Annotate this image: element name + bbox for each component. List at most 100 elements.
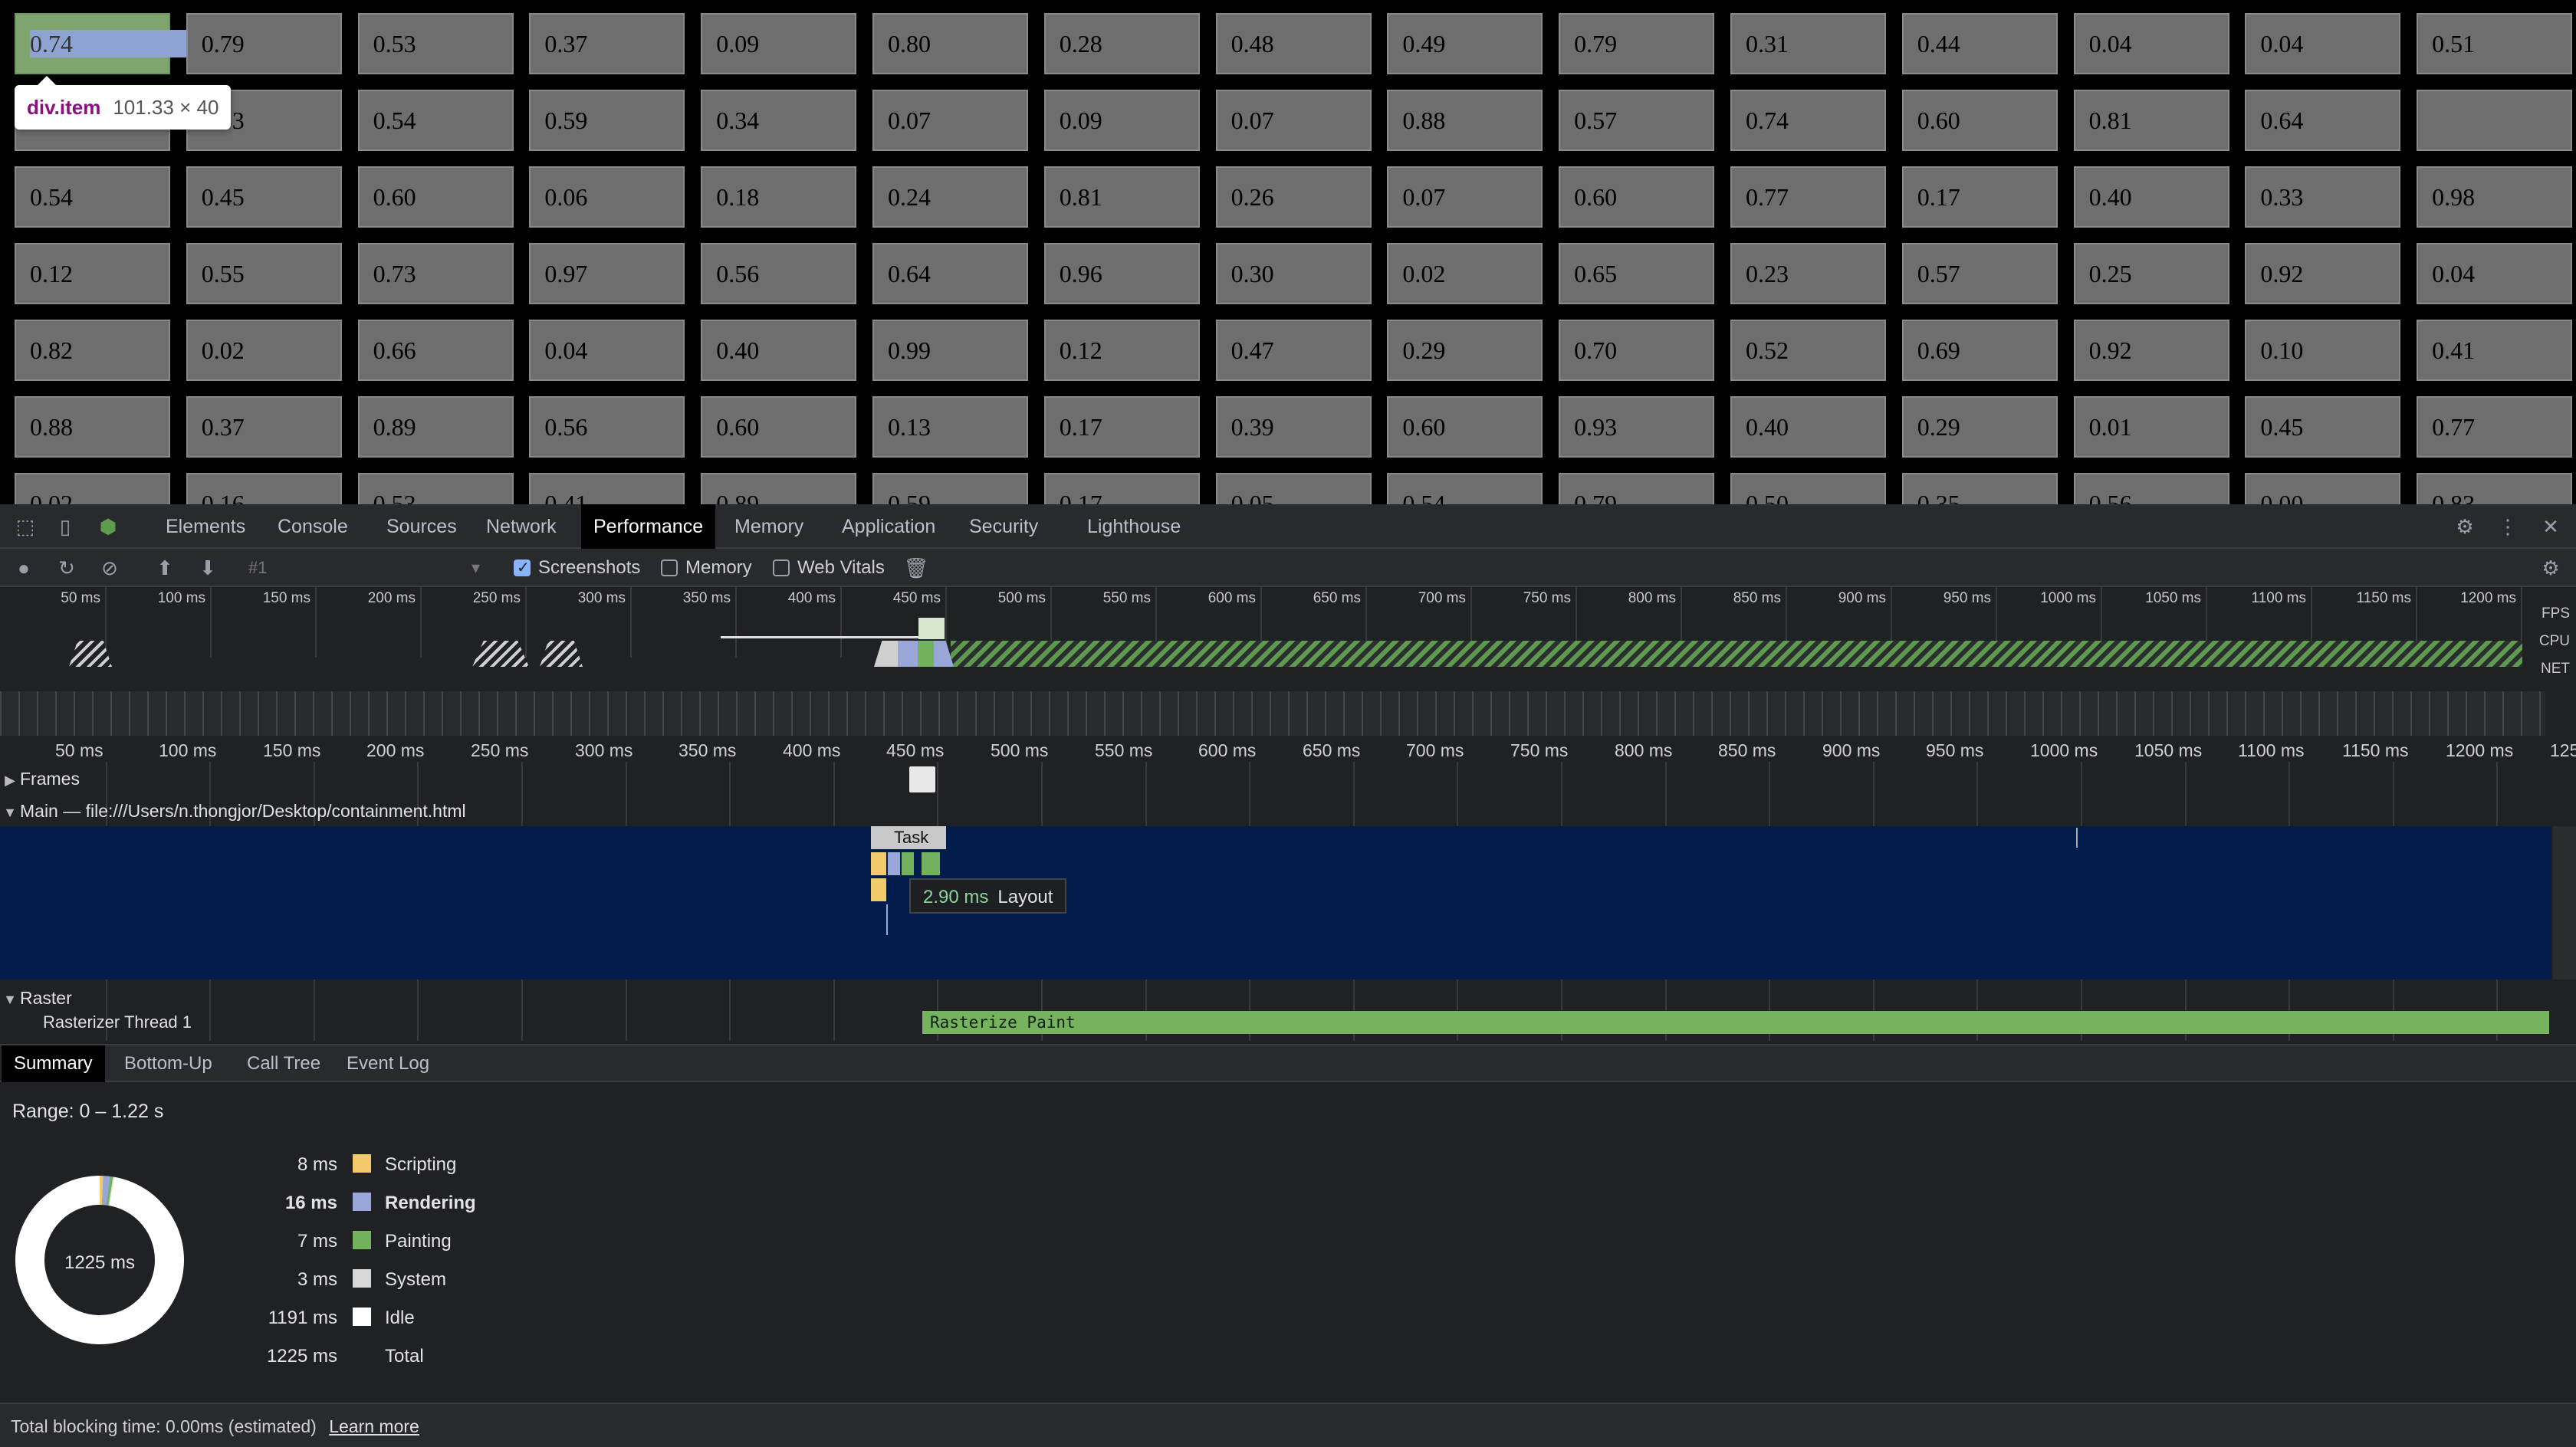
rasterize-paint-event[interactable]: Rasterize Paint: [922, 1011, 2549, 1034]
grid-item-value: 0.81: [2088, 107, 2132, 134]
main-track-header[interactable]: ▼ Main — file:///Users/n.thongjor/Desktop…: [0, 796, 466, 826]
clear-icon[interactable]: ⊘: [97, 555, 123, 581]
trash-icon[interactable]: 🗑: [903, 555, 929, 581]
timeline-ruler: 50 ms 100 ms 150 ms 200 ms 250 ms 300 ms 350 m…: [0, 736, 2576, 1041]
grid-item-value: 0.57: [1574, 107, 1618, 134]
settings-gear-icon[interactable]: ⚙: [2452, 514, 2478, 540]
tab-security[interactable]: Security: [957, 504, 1050, 549]
summary-range: Range: 0 – 1.22 s: [12, 1101, 164, 1122]
donut-total-label: 1225 ms: [64, 1252, 136, 1273]
frames-track-header[interactable]: ▶ Frames: [0, 763, 80, 794]
tab-event-log[interactable]: Event Log: [334, 1045, 442, 1082]
paint-event[interactable]: [922, 852, 940, 875]
details-tabbar: Summary Bottom-Up Call Tree Event Log: [0, 1044, 2576, 1082]
ruler-tick-label: 450 ms: [886, 740, 945, 760]
tab-network[interactable]: Network: [474, 504, 569, 549]
grid-item-value: 0.04: [2432, 260, 2476, 287]
timeline-overview[interactable]: 50 ms 100 ms 150 ms 200 ms 250 ms 300 ms 350 m…: [0, 587, 2576, 677]
device-toolbar-icon[interactable]: ▯: [52, 514, 78, 540]
event-tooltip: 2.90 ms Layout: [909, 878, 1067, 914]
tab-console[interactable]: Console: [265, 504, 360, 549]
checkbox-icon: [661, 559, 678, 576]
late-task-marker[interactable]: [2076, 828, 2078, 848]
legend-swatch: [353, 1193, 371, 1211]
grid-item-value: 0.74: [30, 30, 188, 57]
grid-item: 0.06: [529, 166, 685, 228]
tab-memory[interactable]: Memory: [722, 504, 816, 549]
frame-marker[interactable]: [909, 766, 935, 792]
tab-summary[interactable]: Summary: [2, 1045, 105, 1082]
grid-item-value: 0.51: [2432, 30, 2476, 57]
grid-item: 0.66: [357, 320, 514, 381]
screenshots-checkbox[interactable]: Screenshots: [514, 556, 640, 579]
legend-swatch: [353, 1269, 371, 1288]
grid-item: 0.39: [1215, 396, 1372, 458]
ruler-tick-label: 200 ms: [366, 740, 425, 760]
grid-item: 0.23: [1730, 243, 1886, 304]
grid-item: 0.12: [1043, 320, 1200, 381]
item-grid: 0.74 0.79 0.53 0.37 0.09 0.80 0.28 0.48 0.49 0.79…: [15, 13, 2573, 504]
grid-item-value: 0.92: [2088, 336, 2132, 364]
reload-record-button[interactable]: ↻: [54, 555, 80, 581]
tab-lighthouse[interactable]: Lighthouse: [1075, 504, 1193, 549]
grid-item: 0.44: [1901, 13, 2058, 74]
grid-item: 0.04: [529, 320, 685, 381]
grid-item: 0.70: [1559, 320, 1715, 381]
grid-item-value: 0.57: [1917, 260, 1960, 287]
task-event[interactable]: Task: [871, 826, 946, 849]
grid-item-value: 0.16: [201, 490, 245, 504]
download-profile-icon[interactable]: ⬇: [195, 555, 221, 581]
profile-select[interactable]: #1 ▾: [248, 555, 486, 581]
overview-tick-label: 1100 ms: [2251, 590, 2306, 606]
learn-more-link[interactable]: Learn more: [329, 1416, 419, 1436]
grid-item-value: 0.49: [1402, 30, 1446, 57]
grid-item: 0.56: [701, 243, 857, 304]
tab-application[interactable]: Application: [830, 504, 948, 549]
grid-item: 0.93: [1559, 396, 1715, 458]
ruler-tick-label: 50 ms: [55, 740, 104, 760]
rasterizer-thread-header[interactable]: Rasterizer Thread 1: [43, 1007, 192, 1038]
grid-item: 0.29: [1901, 396, 2058, 458]
inspect-size: 101.33 × 40: [113, 96, 219, 119]
web-vitals-checkbox[interactable]: Web Vitals: [773, 556, 885, 579]
grid-item: 0.92: [2245, 243, 2401, 304]
more-options-icon[interactable]: ⋮: [2495, 514, 2521, 540]
screenshot-strip[interactable]: [0, 691, 2545, 736]
grid-item: 0.35: [1901, 473, 2058, 504]
upload-profile-icon[interactable]: ⬆: [152, 555, 178, 581]
legend-value: 8 ms: [297, 1154, 337, 1175]
tab-sources[interactable]: Sources: [374, 504, 469, 549]
overview-tick-label: 150 ms: [262, 590, 310, 606]
grid-item-value: 0.40: [716, 336, 760, 364]
tab-bottom-up[interactable]: Bottom-Up: [112, 1045, 225, 1082]
capture-settings-gear-icon[interactable]: ⚙: [2538, 555, 2564, 581]
inspect-element-icon[interactable]: ⬚: [12, 514, 38, 540]
close-devtools-icon[interactable]: ✕: [2538, 514, 2564, 540]
record-button[interactable]: ●: [11, 555, 37, 581]
tab-performance[interactable]: Performance: [581, 504, 716, 549]
painting-event[interactable]: [902, 852, 914, 875]
legend-value: 16 ms: [284, 1193, 337, 1213]
tab-call-tree[interactable]: Call Tree: [235, 1045, 333, 1082]
legend-value: 1225 ms: [266, 1346, 337, 1367]
overview-tick-label: 450 ms: [892, 590, 941, 606]
grid-item: 0.88: [15, 396, 170, 458]
legend-row-system: 3 ms System: [184, 1269, 446, 1300]
legend-swatch: [353, 1231, 371, 1249]
devtools-panel: ⬚ ▯ ⬢ Elements Console Sources Network Perfo…: [0, 504, 2576, 1447]
memory-checkbox[interactable]: Memory: [661, 556, 752, 579]
grid-item: 0.82: [15, 320, 170, 381]
grid-item-value: 0.64: [2260, 107, 2304, 134]
function-call-event[interactable]: [871, 878, 886, 901]
rendering-event[interactable]: [888, 852, 900, 875]
ruler-tick-label: 950 ms: [1926, 740, 1984, 760]
main-flame-chart[interactable]: Task: [0, 826, 2551, 979]
extension-icon[interactable]: ⬢: [95, 514, 121, 540]
grid-item: 0.57: [1901, 243, 2058, 304]
grid-item: 0.79: [1559, 473, 1715, 504]
tab-elements[interactable]: Elements: [153, 504, 258, 549]
grid-item-value: 0.52: [1745, 336, 1789, 364]
flame-chart-scrollbar[interactable]: [2553, 826, 2576, 979]
scripting-event[interactable]: [871, 852, 886, 875]
legend-label: System: [385, 1269, 447, 1290]
